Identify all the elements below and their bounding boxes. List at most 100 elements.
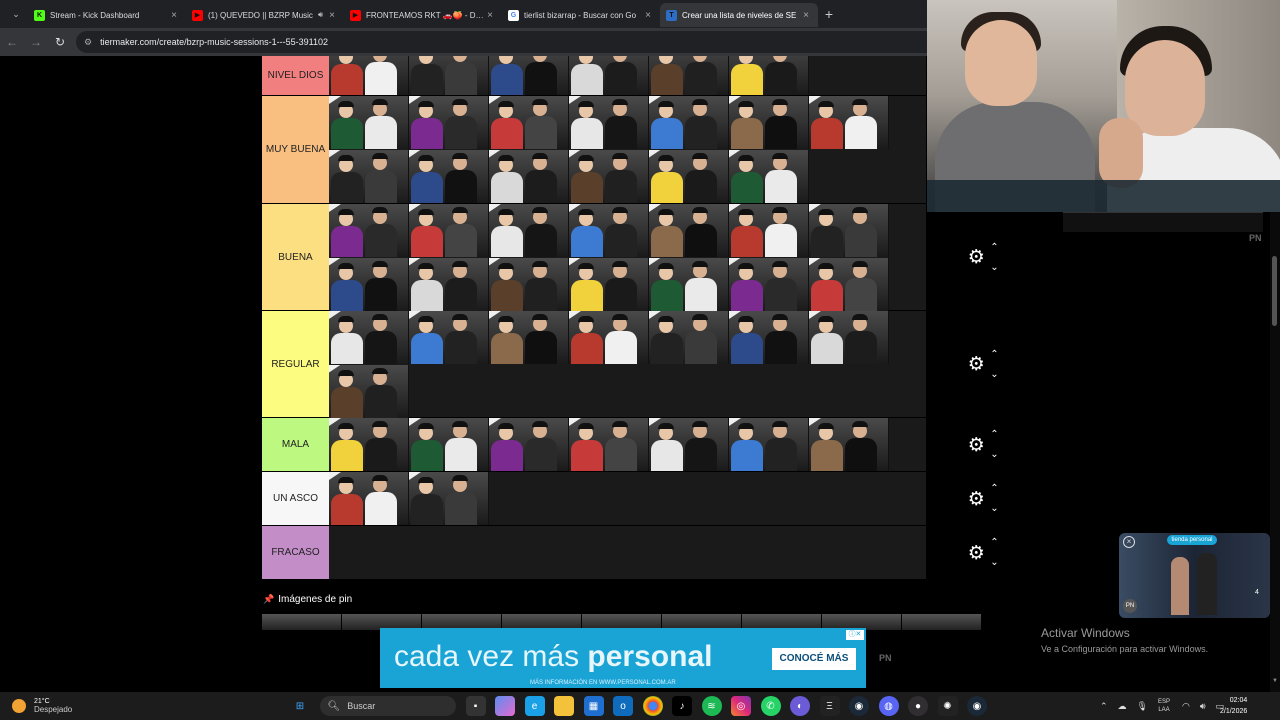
edge-icon[interactable]: e [524, 696, 545, 716]
artist-thumbnail[interactable] [649, 204, 729, 257]
tier-label[interactable]: MUY BUENA [262, 96, 329, 204]
tier-drop-zone[interactable] [329, 96, 926, 204]
back-button[interactable]: ← [0, 35, 24, 49]
volume-icon[interactable]: 🔊︎ [1200, 701, 1206, 712]
browser-tab-4[interactable]: T Crear una lista de niveles de SE × [660, 3, 818, 27]
obs-icon[interactable]: ● [908, 696, 928, 716]
forward-button[interactable]: → [24, 35, 48, 49]
tier-label[interactable]: UN ASCO [262, 472, 329, 526]
artist-thumbnail[interactable] [729, 149, 809, 203]
artist-thumbnail[interactable] [489, 204, 569, 257]
site-info-icon[interactable]: ⚙ [84, 37, 92, 48]
artist-thumbnail[interactable] [329, 204, 409, 257]
gear-icon[interactable]: ⚙ [964, 542, 988, 565]
personal-ad-banner[interactable]: cada vez más personal CONOCÉ MÁS MÁS INF… [380, 628, 866, 688]
ad-cta-button[interactable]: CONOCÉ MÁS [772, 648, 856, 670]
artist-thumbnail[interactable] [489, 149, 569, 203]
artist-thumbnail[interactable] [329, 472, 409, 525]
chrome-icon[interactable] [642, 696, 663, 716]
wifi-icon[interactable]: ◠ [1182, 701, 1190, 712]
app-icon[interactable]: ◐ [790, 696, 810, 716]
artist-thumbnail[interactable] [409, 418, 489, 471]
artist-thumbnail[interactable] [569, 149, 649, 203]
whatsapp-icon[interactable]: ✆ [760, 696, 781, 716]
chevron-down-icon[interactable]: ⌄ [990, 553, 998, 573]
close-tab-icon[interactable]: × [326, 10, 338, 21]
new-tab-button[interactable]: + [818, 6, 840, 22]
tier-drop-zone[interactable] [329, 418, 926, 472]
network-icon[interactable]: ☁ [1118, 701, 1127, 712]
gear-icon[interactable]: ⚙ [964, 246, 988, 269]
tier-drop-zone[interactable] [329, 56, 926, 96]
taskbar-search[interactable]: 🔍︎ Buscar [319, 696, 456, 716]
scroll-down-icon[interactable]: ▼ [1272, 678, 1278, 684]
chevron-down-icon[interactable]: ⌄ [990, 258, 998, 278]
chevron-up-icon[interactable]: ⌃ [990, 479, 998, 499]
artist-thumbnail[interactable] [569, 311, 649, 364]
artist-thumbnail[interactable] [649, 149, 729, 203]
chevron-up-icon[interactable]: ⌃ [990, 238, 998, 258]
tier-label[interactable]: BUENA [262, 204, 329, 311]
artist-thumbnail[interactable] [409, 204, 489, 257]
tray-overflow-icon[interactable]: ⌃ [1100, 701, 1108, 712]
reload-button[interactable]: ↻ [48, 35, 72, 49]
artist-thumbnail[interactable] [809, 204, 889, 257]
chevron-down-icon[interactable]: ⌄ [990, 499, 998, 519]
artist-thumbnail[interactable] [409, 472, 489, 525]
browser-tab-1[interactable]: ▶ (1) QUEVEDO || BZRP Music 🔊︎ × [186, 3, 344, 27]
tier-label[interactable]: FRACASO [262, 526, 329, 580]
artist-thumbnail[interactable] [649, 56, 729, 95]
instagram-icon[interactable]: ◎ [731, 696, 751, 716]
artist-thumbnail[interactable] [409, 257, 489, 311]
browser-tab-3[interactable]: Gtierlist bizarrap - Buscar con Go × [502, 3, 660, 27]
sidebar-ad-strip[interactable] [1063, 212, 1263, 232]
taskbar-clock[interactable]: 02:04 2/1/2026 [1220, 695, 1247, 717]
artist-thumbnail[interactable] [329, 257, 409, 311]
artist-thumbnail[interactable] [569, 56, 649, 95]
artist-thumbnail[interactable] [569, 418, 649, 471]
artist-thumbnail[interactable] [489, 311, 569, 364]
artist-thumbnail[interactable] [569, 257, 649, 311]
chevron-down-icon[interactable]: ⌄ [990, 445, 998, 465]
chevron-down-icon[interactable]: ⌄ [990, 365, 998, 385]
chatgpt-icon[interactable]: ✺ [937, 696, 958, 716]
store-icon[interactable]: ▦ [583, 696, 604, 716]
artist-thumbnail[interactable] [409, 96, 489, 149]
elevenlabs-icon[interactable]: Ξ [819, 696, 840, 716]
gear-icon[interactable]: ⚙ [964, 434, 988, 457]
tab-search-icon[interactable]: ⌄ [4, 4, 28, 24]
audio-icon[interactable]: 🔊︎ [318, 10, 323, 20]
artist-thumbnail[interactable] [729, 56, 809, 95]
tiktok-icon[interactable]: ♪ [672, 696, 692, 716]
artist-thumbnail[interactable] [329, 56, 409, 95]
steam-icon-2[interactable]: ◉ [967, 696, 987, 716]
artist-thumbnail[interactable] [809, 418, 889, 471]
browser-tab-0[interactable]: K Stream - Kick Dashboard × [28, 3, 186, 27]
chevron-up-icon[interactable]: ⌃ [990, 425, 998, 445]
tier-drop-zone[interactable] [329, 204, 926, 311]
spotify-icon[interactable]: ≋ [701, 696, 722, 716]
artist-thumbnail[interactable] [809, 257, 889, 311]
artist-thumbnail[interactable] [729, 257, 809, 311]
weather-widget[interactable]: 21°C Despejado [12, 698, 102, 714]
artist-thumbnail[interactable] [649, 418, 729, 471]
chevron-up-icon[interactable]: ⌃ [990, 533, 998, 553]
tier-drop-zone[interactable] [329, 526, 926, 580]
scroll-thumb[interactable] [1272, 256, 1277, 326]
tier-label[interactable]: MALA [262, 418, 329, 472]
gear-icon[interactable]: ⚙ [964, 488, 988, 511]
mic-icon[interactable]: 🎙︎ [1137, 701, 1148, 712]
artist-thumbnail[interactable] [409, 311, 489, 364]
artist-thumbnail[interactable] [329, 311, 409, 364]
artist-thumbnail[interactable] [569, 204, 649, 257]
steam-icon[interactable]: ◉ [849, 696, 869, 716]
copilot-icon[interactable] [495, 696, 515, 716]
artist-thumbnail[interactable] [649, 311, 729, 364]
close-tab-icon[interactable]: × [642, 10, 654, 21]
artist-thumbnail[interactable] [329, 149, 409, 203]
artist-thumbnail[interactable] [729, 96, 809, 149]
artist-thumbnail[interactable] [409, 149, 489, 203]
mini-video-player[interactable]: × tienda personal 4 PN [1119, 533, 1270, 618]
artist-thumbnail[interactable] [809, 96, 889, 149]
tier-drop-zone[interactable] [329, 311, 926, 418]
